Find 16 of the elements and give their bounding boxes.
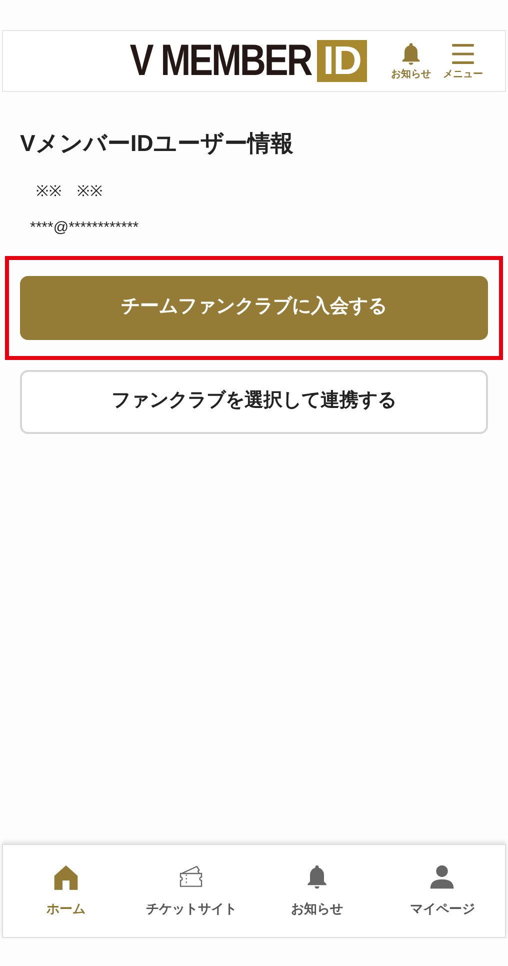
nav-tab[interactable]: ホーム	[3, 845, 128, 937]
logo[interactable]: V MEMBER ID	[90, 39, 367, 83]
nav-tab[interactable]: お知らせ	[254, 845, 380, 937]
menu-button[interactable]: メニュー	[441, 40, 485, 82]
user-email: ****@************	[30, 218, 140, 238]
person-icon	[428, 863, 456, 892]
logo-badge: ID	[317, 40, 367, 82]
home-icon	[52, 863, 80, 892]
link-fanclub-button[interactable]: ファンクラブを選択して連携する	[20, 370, 488, 434]
join-fanclub-button[interactable]: チームファンクラブに入会する	[20, 276, 488, 340]
nav-tab[interactable]: チケットサイト	[128, 845, 254, 937]
user-name: ※※ ※※	[36, 182, 104, 202]
nav-tab[interactable]: マイページ	[380, 845, 505, 937]
notifications-button[interactable]: お知らせ	[389, 40, 433, 82]
logo-text: V MEMBER	[130, 39, 311, 83]
section-title: VメンバーIDユーザー情報	[20, 129, 294, 158]
